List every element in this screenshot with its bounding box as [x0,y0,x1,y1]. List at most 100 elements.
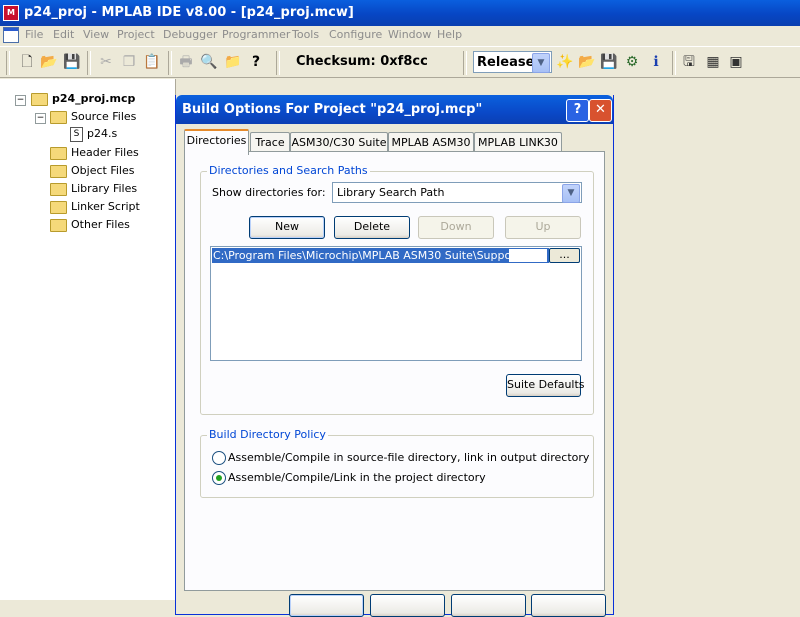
toolbar-separator [168,51,172,75]
cancel-button[interactable] [370,594,445,617]
menu-debugger[interactable]: Debugger [163,28,217,41]
folder-icon [50,164,67,178]
tree-project-root[interactable]: p24_proj.mcp [31,91,135,107]
up-button[interactable]: Up [505,216,581,239]
policy-group-title: Build Directory Policy [207,428,328,441]
policy-label-source-dir[interactable]: Assemble/Compile in source-file director… [228,451,589,464]
apply-button[interactable] [451,594,526,617]
print-icon[interactable]: 🖶 [177,53,195,71]
menu-view[interactable]: View [83,28,109,41]
directories-group-title: Directories and Search Paths [207,164,370,177]
toolbar: 🗋 📂 💾 ✂ ❐ 📋 🖶 🔍 📁 ? Checksum: 0xf8cc Rel… [0,46,800,78]
menu-help[interactable]: Help [437,28,462,41]
tree-linker-script[interactable]: Linker Script [50,199,140,215]
browse-button[interactable]: ... [549,248,580,263]
menu-file[interactable]: File [25,28,43,41]
new-file-icon[interactable]: 🗋 [18,53,36,71]
down-button[interactable]: Down [418,216,494,239]
toolbar-separator [672,51,676,75]
copy-icon[interactable]: ❐ [120,53,138,71]
directory-list[interactable]: C:\Program Files\Microchip\MPLAB ASM30 S… [210,246,582,361]
tab-trace[interactable]: Trace [250,132,290,153]
tree-label: Library Files [71,182,138,195]
folder-icon [50,218,67,232]
document-icon[interactable] [3,27,19,43]
open-project-icon[interactable]: 📂 [578,53,596,71]
cut-icon[interactable]: ✂ [97,53,115,71]
tree-object-files[interactable]: Object Files [50,163,134,179]
collapse-icon[interactable]: − [35,113,46,124]
tree-label: Header Files [71,146,139,159]
show-directories-value: Library Search Path [337,186,445,199]
tree-library-files[interactable]: Library Files [50,181,137,197]
source-file-icon: S [70,126,83,142]
new-project-icon[interactable]: ✨ [556,53,574,71]
menu-tools[interactable]: Tools [292,28,319,41]
policy-radio-source-dir[interactable] [212,451,226,465]
new-button[interactable]: New [249,216,325,239]
main-title-bar: M p24_proj - MPLAB IDE v8.00 - [p24_proj… [0,0,800,26]
project-tree-panel: − p24_proj.mcp − Source Files Sp24.s Hea… [0,79,176,600]
policy-label-project-dir[interactable]: Assemble/Compile/Link in the project dir… [228,471,486,484]
toolbar-separator [87,51,91,75]
build-config-value: Release [477,55,535,70]
tree-label: p24_proj.mcp [52,92,136,105]
folder-icon [31,92,48,106]
build-options-dialog: Build Options For Project "p24_proj.mcp"… [175,95,614,617]
directories-group: Directories and Search Paths Show direct… [200,164,594,415]
find-in-files-icon[interactable]: 📁 [224,53,242,71]
save-project-icon[interactable]: 💾 [600,53,618,71]
tab-directories[interactable]: Directories [184,129,249,155]
save-icon[interactable]: 💾 [63,53,81,71]
menu-programmer[interactable]: Programmer [222,28,290,41]
help-icon[interactable]: ? [247,53,265,71]
mplab-app-icon[interactable]: M [3,5,19,21]
tab-mplab-link30[interactable]: MPLAB LINK30 [474,132,562,153]
menu-bar: File Edit View Project Debugger Programm… [0,26,800,45]
dialog-title-bar[interactable]: Build Options For Project "p24_proj.mcp"… [176,95,613,124]
build-config-select[interactable]: Release ▼ [473,51,552,73]
make-icon[interactable]: 🖫 [680,53,698,71]
project-info-icon[interactable]: ℹ [647,53,665,71]
directory-path-row[interactable]: C:\Program Files\Microchip\MPLAB ASM30 S… [212,248,549,263]
tree-label: Other Files [71,218,130,231]
tree-other-files[interactable]: Other Files [50,217,130,233]
dialog-help-button[interactable]: ? [566,99,589,122]
delete-button[interactable]: Delete [334,216,410,239]
tree-label: Object Files [71,164,135,177]
paste-icon[interactable]: 📋 [143,53,161,71]
directories-tab-panel: Directories and Search Paths Show direct… [184,151,605,591]
collapse-icon[interactable]: − [15,95,26,106]
menu-configure[interactable]: Configure [329,28,382,41]
path-edit-field[interactable] [509,249,547,262]
clean-icon[interactable]: ▣ [727,53,745,71]
find-icon[interactable]: 🔍 [200,53,218,71]
tab-asm30-c30-suite[interactable]: ASM30/C30 Suite [290,132,388,153]
tab-mplab-asm30[interactable]: MPLAB ASM30 [388,132,474,153]
suite-defaults-button[interactable]: Suite Defaults [506,374,585,397]
menu-window[interactable]: Window [388,28,431,41]
dialog-close-button[interactable]: ✕ [589,99,612,122]
tree-header-files[interactable]: Header Files [50,145,139,161]
tree-label: p24.s [87,127,118,140]
open-folder-icon[interactable]: 📂 [40,53,58,71]
folder-icon [50,110,67,124]
window-title: p24_proj - MPLAB IDE v8.00 - [p24_proj.m… [24,5,354,20]
chevron-down-icon[interactable]: ▼ [532,53,550,73]
build-all-icon[interactable]: ▦ [704,53,722,71]
menu-edit[interactable]: Edit [53,28,74,41]
help-button[interactable] [531,594,606,617]
tree-label: Linker Script [71,200,140,213]
toolbar-separator [463,51,467,75]
build-options-icon[interactable]: ⚙ [623,53,641,71]
folder-icon [50,200,67,214]
chevron-down-icon[interactable]: ▼ [562,184,580,203]
policy-radio-project-dir[interactable] [212,471,226,485]
show-directories-select[interactable]: Library Search Path ▼ [332,182,582,203]
tree-file-p24s[interactable]: Sp24.s [70,126,117,142]
build-directory-policy-group: Build Directory Policy Assemble/Compile … [200,428,594,498]
ok-button[interactable] [289,594,364,617]
checksum-display: Checksum: 0xf8cc [296,54,428,69]
tree-source-files[interactable]: Source Files [50,109,136,125]
menu-project[interactable]: Project [117,28,155,41]
